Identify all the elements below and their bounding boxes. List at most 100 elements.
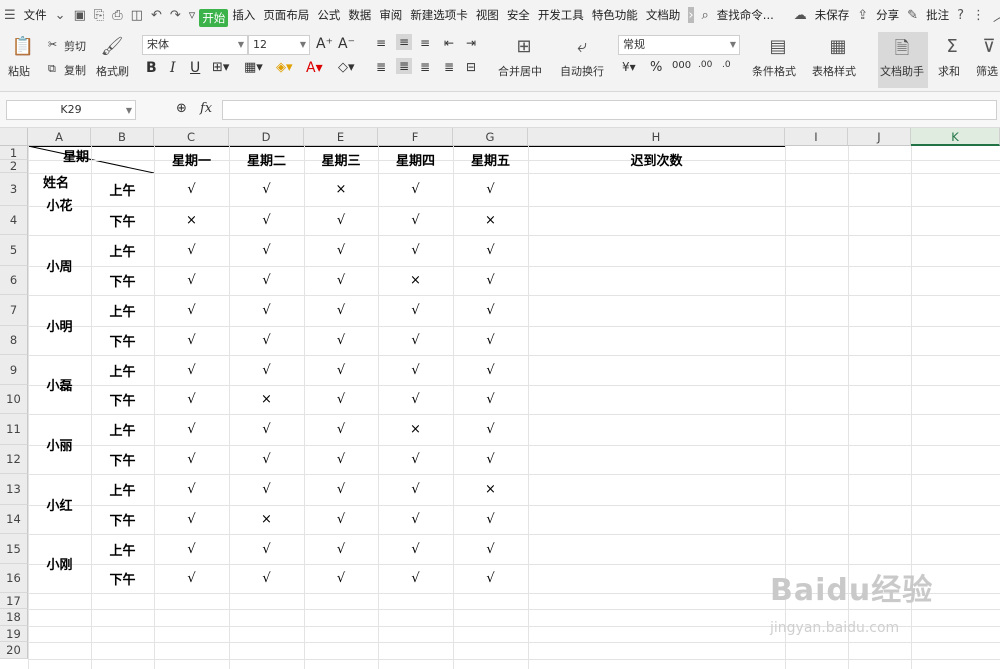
attendance-mark[interactable]: √ [378, 355, 453, 385]
quick-access-more-icon[interactable]: ▿ [189, 7, 196, 23]
tab-insert[interactable]: 插入 [228, 0, 259, 30]
format-painter-button[interactable]: 格式刷 [96, 63, 129, 79]
print-preview-icon[interactable]: ◫ [131, 7, 143, 23]
font-size-select[interactable]: 12 ▼ [248, 35, 310, 55]
attendance-mark[interactable]: √ [229, 266, 304, 295]
late-count-cell[interactable] [528, 295, 785, 355]
print-icon[interactable]: ⎙ [112, 7, 122, 23]
attendance-mark[interactable]: √ [229, 445, 304, 474]
attendance-mark[interactable]: √ [378, 295, 453, 326]
distributed-icon[interactable]: ⊟ [466, 60, 476, 74]
row-header-4[interactable]: 4 [0, 206, 28, 235]
name-box[interactable]: K29 ▼ [6, 100, 136, 120]
attendance-mark[interactable]: √ [453, 235, 528, 266]
bold-icon[interactable]: B [146, 60, 157, 76]
border-icon[interactable]: ⊞▾ [212, 60, 229, 75]
attendance-mark[interactable]: √ [453, 173, 528, 206]
attendance-mark[interactable]: √ [378, 474, 453, 505]
align-bottom-icon[interactable]: ≡ [420, 36, 430, 50]
row-header-5[interactable]: 5 [0, 235, 28, 266]
align-middle-icon[interactable]: ≡ [396, 34, 413, 50]
attendance-mark[interactable]: √ [453, 385, 528, 414]
attendance-mark[interactable]: × [154, 206, 229, 235]
row-header-12[interactable]: 12 [0, 445, 28, 474]
row-header-20[interactable]: 20 [0, 642, 28, 659]
late-count-cell[interactable] [528, 235, 785, 295]
comment-button[interactable]: 批注 [922, 0, 953, 30]
format-painter-icon[interactable]: 🖌 [100, 36, 124, 57]
number-format-select[interactable]: 常规 ▼ [618, 35, 740, 55]
attendance-mark[interactable]: √ [154, 235, 229, 266]
align-left-icon[interactable]: ≣ [376, 60, 386, 74]
attendance-mark[interactable]: √ [304, 355, 378, 385]
copy-icon[interactable]: ⧉ [48, 62, 56, 76]
align-right-icon[interactable]: ≣ [420, 60, 430, 74]
column-header-h[interactable]: H [528, 128, 785, 146]
sum-button[interactable]: 求和 [938, 63, 960, 79]
row-header-2[interactable]: 2 [0, 159, 28, 173]
late-count-cell[interactable] [528, 474, 785, 534]
attendance-mark[interactable]: √ [304, 266, 378, 295]
tab-formulas[interactable]: 公式 [313, 0, 344, 30]
attendance-mark[interactable]: × [378, 266, 453, 295]
more-icon[interactable]: ⋮ [972, 7, 985, 23]
hamburger-menu-icon[interactable]: ☰ [4, 7, 16, 23]
attendance-mark[interactable]: √ [304, 326, 378, 355]
share-button[interactable]: 分享 [872, 0, 903, 30]
doc-helper-button[interactable]: 文档助手 [880, 63, 924, 79]
attendance-mark[interactable]: √ [154, 355, 229, 385]
attendance-mark[interactable]: √ [229, 534, 304, 564]
column-header-d[interactable]: D [229, 128, 304, 146]
attendance-mark[interactable]: √ [453, 564, 528, 593]
column-header-g[interactable]: G [453, 128, 528, 146]
attendance-mark[interactable]: √ [453, 445, 528, 474]
row-header-7[interactable]: 7 [0, 295, 28, 326]
attendance-mark[interactable]: √ [229, 564, 304, 593]
attendance-mark[interactable]: √ [154, 564, 229, 593]
row-header-16[interactable]: 16 [0, 564, 28, 593]
cut-icon[interactable]: ✂ [48, 38, 57, 51]
attendance-mark[interactable]: √ [229, 474, 304, 505]
row-header-14[interactable]: 14 [0, 505, 28, 534]
table-style-button[interactable]: 表格样式 [812, 63, 856, 79]
attendance-mark[interactable]: √ [378, 206, 453, 235]
clear-icon[interactable]: ◇▾ [338, 60, 355, 75]
help-icon[interactable]: ? [957, 7, 964, 23]
fill-pattern-icon[interactable]: ▦▾ [244, 60, 263, 75]
attendance-mark[interactable]: √ [154, 385, 229, 414]
fx-icon[interactable]: fx [200, 101, 212, 116]
late-count-cell[interactable] [528, 414, 785, 474]
attendance-mark[interactable]: √ [154, 474, 229, 505]
tab-view[interactable]: 视图 [472, 0, 503, 30]
align-top-icon[interactable]: ≡ [376, 36, 386, 50]
unsaved-status[interactable]: 未保存 [811, 0, 854, 30]
tab-features[interactable]: 特色功能 [588, 0, 642, 30]
tabs-scroll-right-icon[interactable]: › [688, 7, 694, 23]
filter-button[interactable]: 筛选 [976, 63, 998, 79]
attendance-mark[interactable]: √ [304, 445, 378, 474]
row-header-19[interactable]: 19 [0, 626, 28, 642]
attendance-mark[interactable]: √ [378, 445, 453, 474]
tab-doc-helper[interactable]: 文档助 [642, 0, 685, 30]
attendance-mark[interactable]: √ [453, 505, 528, 534]
tab-data[interactable]: 数据 [344, 0, 375, 30]
attendance-mark[interactable]: √ [378, 505, 453, 534]
italic-icon[interactable]: I [170, 60, 176, 76]
wrap-text-button[interactable]: 自动换行 [560, 63, 604, 79]
search-icon[interactable]: ⌕ [702, 7, 709, 23]
save-icon[interactable]: ▣ [74, 7, 86, 23]
attendance-mark[interactable]: √ [378, 173, 453, 206]
paste-icon[interactable]: 📋 [10, 36, 36, 57]
row-header-9[interactable]: 9 [0, 355, 28, 385]
filter-icon[interactable]: ⊽ [978, 36, 1000, 57]
tab-security[interactable]: 安全 [503, 0, 534, 30]
column-header-f[interactable]: F [378, 128, 453, 146]
font-color-icon[interactable]: A▾ [306, 60, 323, 76]
attendance-mark[interactable]: √ [304, 295, 378, 326]
zoom-icon[interactable]: ⊕ [176, 101, 187, 116]
tab-developer[interactable]: 开发工具 [534, 0, 588, 30]
column-header-a[interactable]: A [28, 128, 91, 146]
cond-format-icon[interactable]: ▤ [766, 36, 790, 57]
search-commands[interactable]: 查找命令... [713, 0, 778, 30]
late-count-cell[interactable] [528, 534, 785, 593]
